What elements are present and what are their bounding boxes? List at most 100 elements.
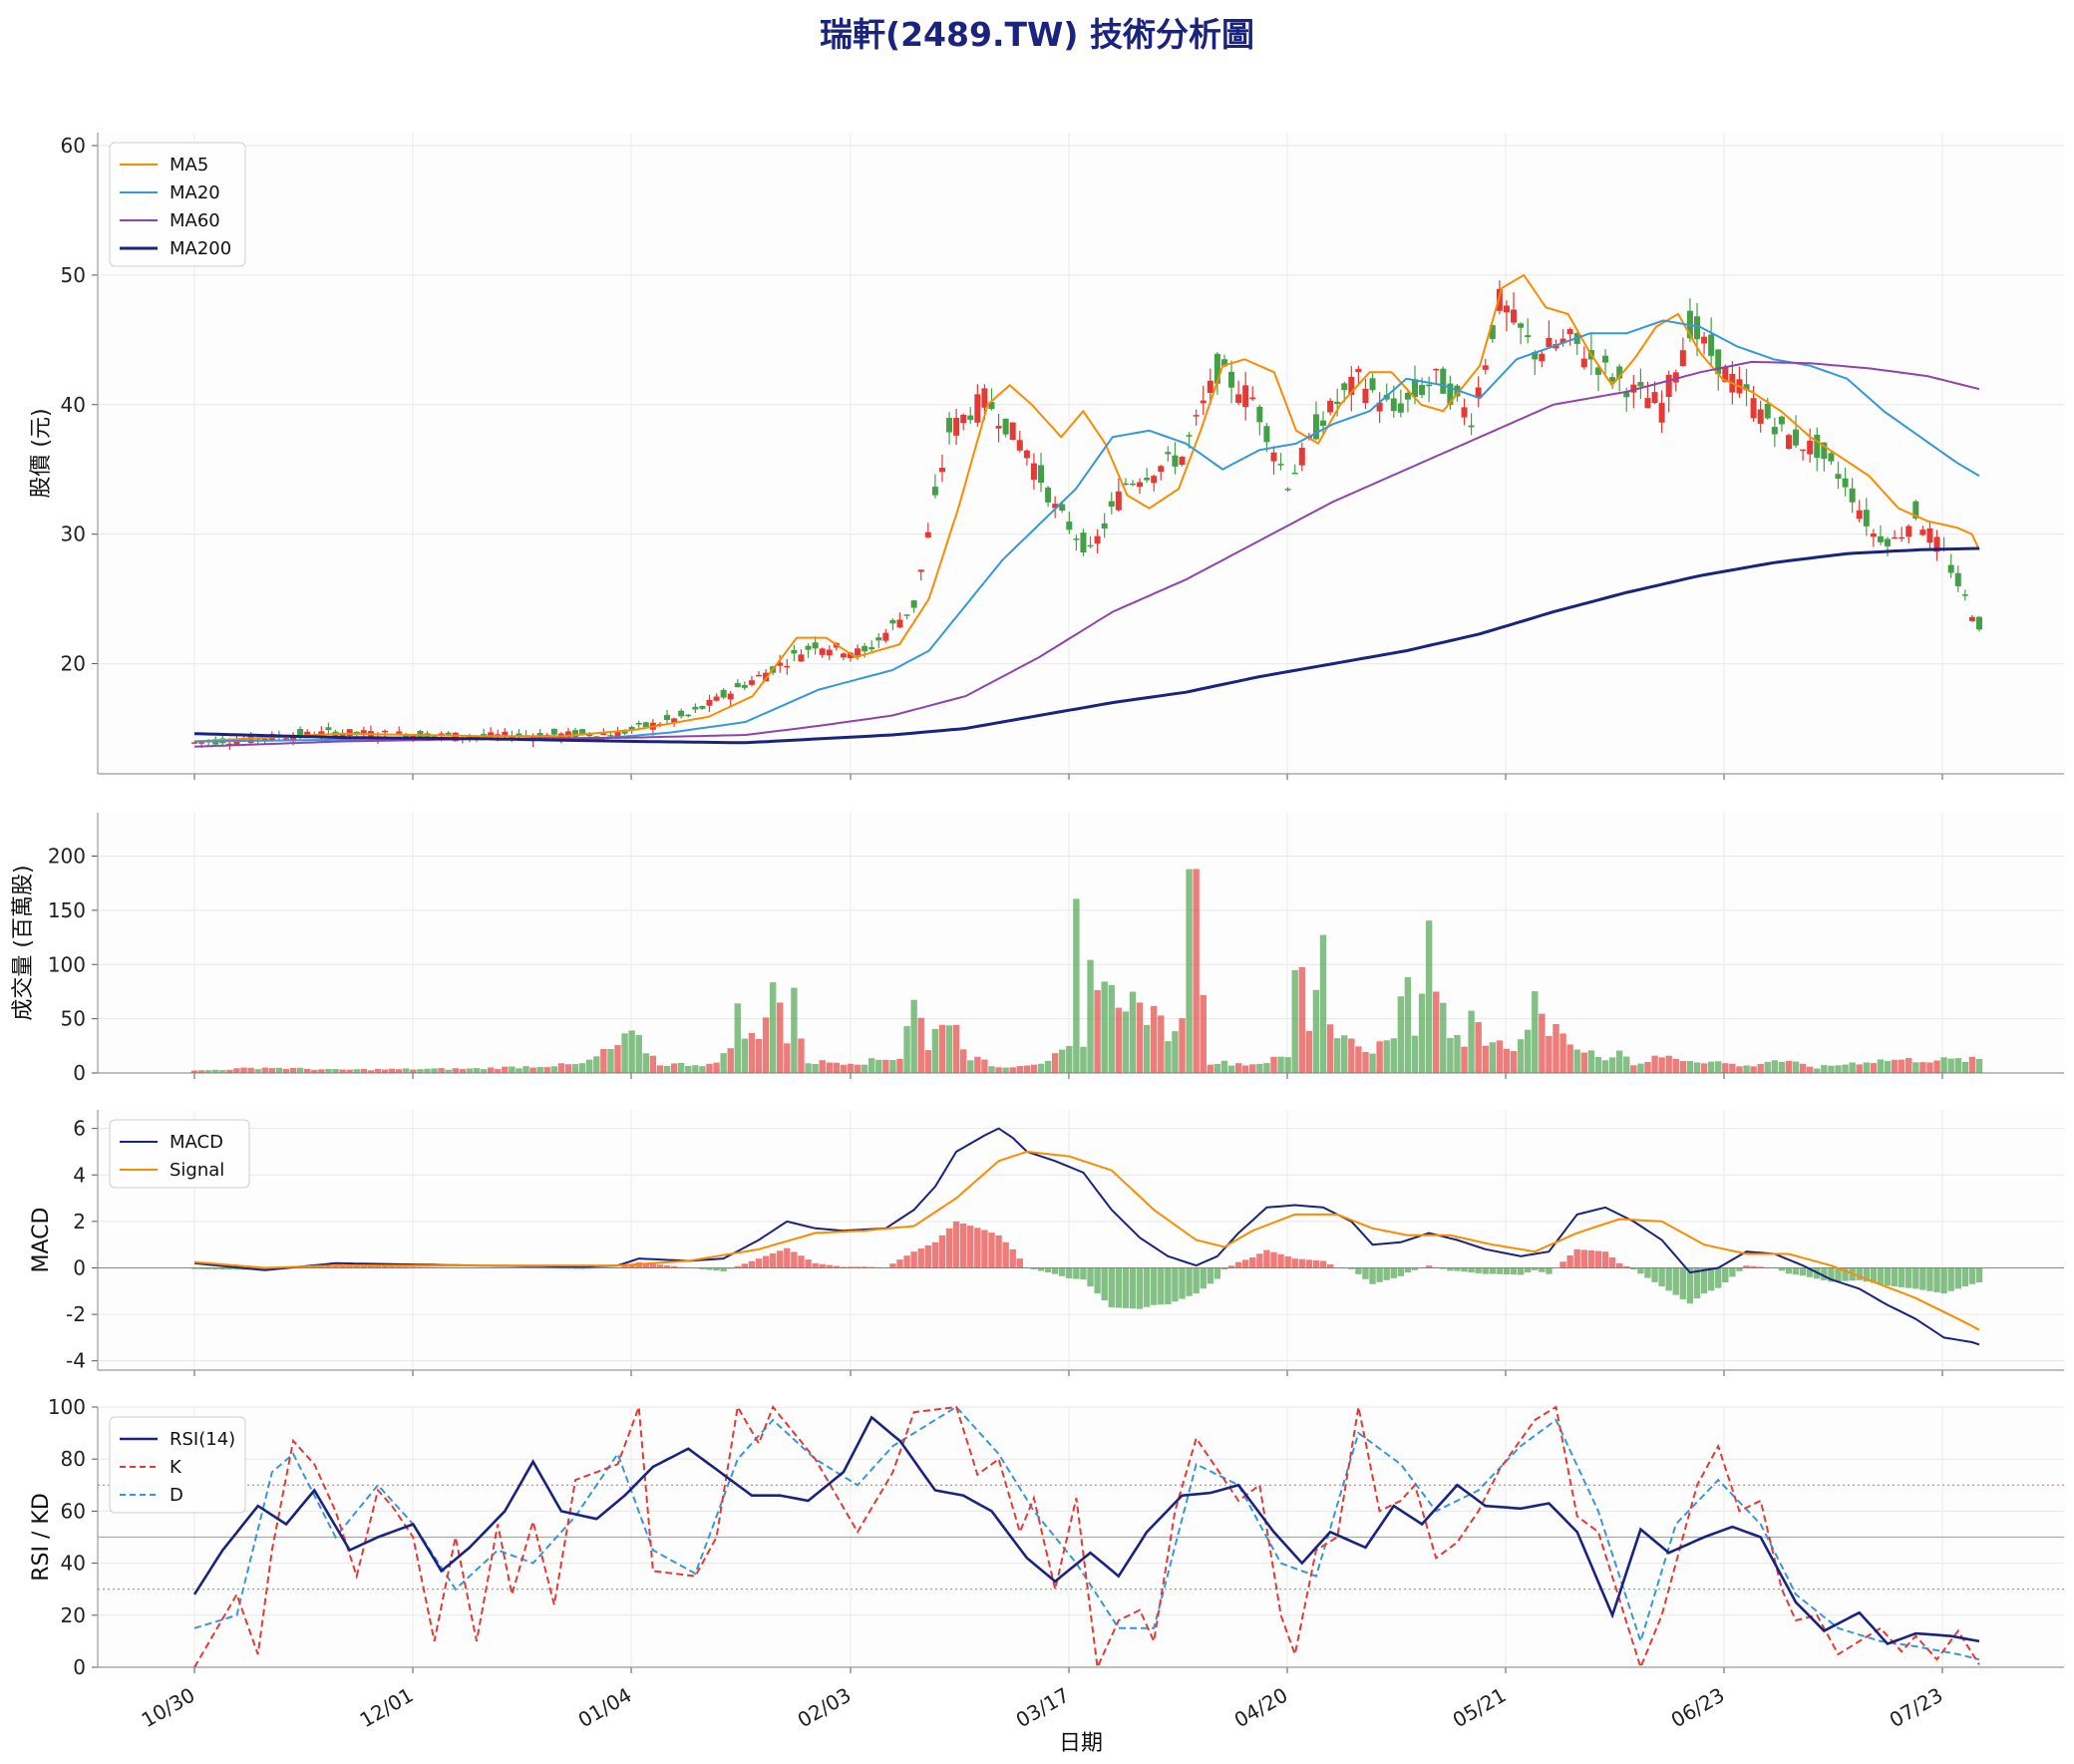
histogram-bar: [1940, 1267, 1947, 1294]
volume-bar: [268, 1068, 276, 1073]
histogram-bar: [1651, 1267, 1658, 1282]
candle-body: [1757, 409, 1764, 424]
histogram-bar: [1750, 1265, 1757, 1268]
candle-body: [727, 693, 734, 700]
volume-bar: [1298, 966, 1305, 1073]
candle-body: [1899, 536, 1905, 539]
volume-bar: [713, 1062, 720, 1073]
volume-bar: [910, 999, 917, 1073]
volume-bar: [1108, 984, 1115, 1073]
candle-body: [198, 742, 205, 744]
histogram-bar: [1172, 1267, 1179, 1302]
volume-bar: [1404, 976, 1412, 1073]
volume-bar: [1263, 1063, 1270, 1073]
candle-body: [748, 680, 755, 685]
candle-body: [1518, 323, 1525, 328]
volume-bar: [1665, 1055, 1672, 1073]
histogram-bar: [847, 1266, 855, 1268]
volume-bar: [1179, 1018, 1186, 1073]
volume-bar: [226, 1069, 233, 1073]
candle-body: [1115, 491, 1122, 511]
volume-bar: [1355, 1046, 1362, 1073]
candle-body: [1066, 522, 1073, 530]
volume-bar: [833, 1062, 841, 1073]
candle-body: [1144, 478, 1151, 481]
candle-body: [1778, 416, 1785, 425]
volume-bar: [1736, 1066, 1743, 1073]
volume-bar: [1644, 1062, 1651, 1073]
volume-bar: [495, 1069, 502, 1073]
volume-bar: [1743, 1065, 1750, 1073]
volume-bar: [699, 1066, 706, 1073]
histogram-bar: [607, 1267, 614, 1268]
candle-body: [938, 468, 945, 473]
histogram-bar: [1933, 1267, 1940, 1292]
volume-bar: [1566, 1044, 1573, 1073]
histogram-bar: [1213, 1267, 1221, 1279]
volume-bar: [600, 1048, 607, 1073]
volume-bar: [1369, 1053, 1376, 1073]
volume-bar: [1587, 1050, 1595, 1073]
legend-item: MA20: [170, 182, 220, 203]
volume-bar: [1722, 1063, 1729, 1073]
y-tick-label: 0: [73, 1061, 86, 1085]
histogram-bar: [1778, 1267, 1786, 1271]
volume-bar: [798, 1038, 805, 1073]
candle-body: [1186, 435, 1193, 437]
histogram-bar: [1608, 1256, 1616, 1268]
candle-body: [1129, 483, 1136, 486]
volume-bar: [564, 1064, 572, 1073]
histogram-bar: [1785, 1267, 1793, 1274]
volume-bar: [417, 1069, 424, 1073]
volume-bar: [889, 1059, 896, 1073]
candle-body: [1073, 538, 1080, 540]
histogram-bar: [1312, 1259, 1320, 1268]
volume-bar: [1009, 1067, 1016, 1073]
volume-bar: [1715, 1061, 1722, 1073]
y-tick-label: 100: [48, 952, 86, 976]
histogram-bar: [1234, 1261, 1242, 1268]
volume-bar: [917, 1017, 924, 1073]
histogram-bar: [1186, 1267, 1193, 1296]
volume-bar: [1700, 1063, 1708, 1073]
y-tick-label: 100: [48, 1395, 86, 1419]
histogram-bar: [1094, 1267, 1101, 1294]
y-axis-label: 股價 (元): [29, 408, 54, 498]
volume-bar: [1651, 1055, 1658, 1073]
volume-bar: [388, 1068, 396, 1073]
candle-body: [1693, 316, 1700, 340]
candle-body: [1828, 453, 1835, 462]
candle-body: [1151, 476, 1158, 484]
volume-bar: [1037, 1063, 1045, 1073]
candle-body: [1892, 536, 1899, 539]
candle-body: [819, 648, 826, 655]
histogram-bar: [1447, 1267, 1454, 1271]
volume-bar: [677, 1062, 685, 1073]
histogram-bar: [1546, 1267, 1553, 1274]
panel-background: [98, 1110, 2064, 1370]
candle-body: [1539, 353, 1546, 362]
y-axis-label: 成交量 (百萬股): [11, 865, 36, 1020]
candle-body: [1242, 385, 1249, 408]
histogram-bar: [1947, 1267, 1954, 1291]
volume-bar: [557, 1063, 565, 1073]
histogram-bar: [1961, 1267, 1969, 1287]
histogram-bar: [861, 1266, 868, 1268]
volume-bar: [875, 1059, 882, 1073]
legend-item: RSI(14): [170, 1429, 235, 1450]
histogram-bar: [1658, 1267, 1665, 1287]
histogram-bar: [1679, 1267, 1687, 1299]
candle-body: [1256, 406, 1263, 423]
histogram-bar: [1707, 1267, 1715, 1291]
histogram-bar: [473, 1267, 481, 1268]
histogram-bar: [1066, 1267, 1073, 1278]
candle-body: [1870, 533, 1877, 537]
volume-bar: [466, 1068, 474, 1073]
candle-body: [1228, 371, 1235, 388]
y-tick-label: 50: [61, 1007, 86, 1031]
volume-bar: [543, 1067, 550, 1073]
volume-bar: [529, 1067, 536, 1073]
candle-body: [1750, 398, 1757, 419]
legend-item: K: [170, 1457, 182, 1478]
y-tick-label: 150: [48, 898, 86, 922]
